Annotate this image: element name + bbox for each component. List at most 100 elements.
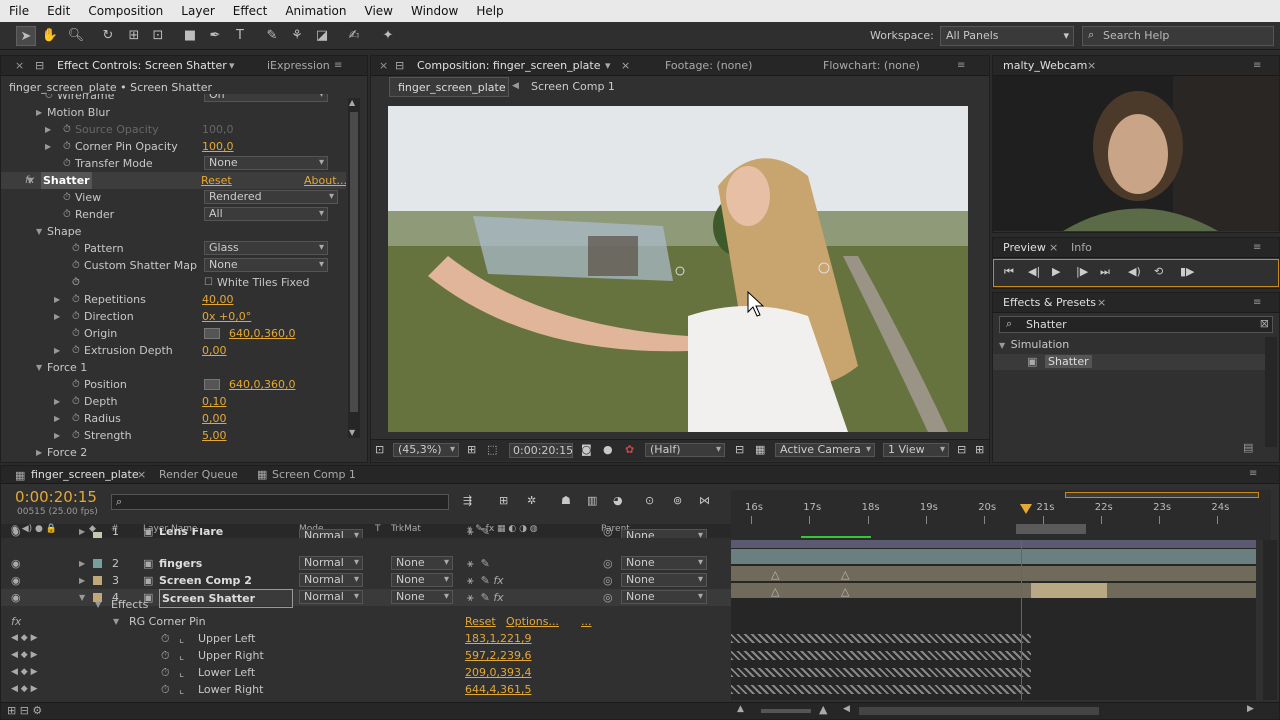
keyframe-marker[interactable]: △ bbox=[841, 585, 849, 598]
camera-tool-icon[interactable]: ⊞ bbox=[124, 26, 144, 46]
close-icon[interactable]: × bbox=[137, 468, 146, 481]
tab-webcam[interactable]: malty_Webcam bbox=[1003, 59, 1087, 72]
chevron-down-icon[interactable]: ▾ bbox=[229, 59, 235, 72]
time-ruler[interactable]: 16s 17s 18s 19s 20s 21s 22s 23s 24s bbox=[731, 490, 1271, 540]
stopwatch-icon[interactable]: ⏱ bbox=[63, 189, 71, 206]
close-icon[interactable]: × bbox=[1087, 59, 1096, 72]
lock-icon[interactable]: ⊟ bbox=[35, 59, 44, 72]
draft-3d-icon[interactable]: ✲ bbox=[527, 494, 536, 507]
effect-row-rg-corner-pin[interactable]: fx ▼ RG Corner Pin Reset Options...... bbox=[1, 613, 731, 630]
puppet-pin-tool-icon[interactable]: ✦ bbox=[378, 26, 398, 46]
property-row[interactable]: ◀ ◆ ▶ ⏱ ⌞ Lower Right 644,4,361,5 bbox=[1, 681, 731, 698]
roto-brush-tool-icon[interactable]: ✍ bbox=[344, 26, 364, 46]
layer-name[interactable]: fingers bbox=[159, 555, 202, 572]
panel-menu-icon[interactable]: ≡ bbox=[1249, 468, 1257, 479]
effect-item-shatter[interactable]: ▣ Shatter bbox=[993, 354, 1265, 370]
effects-group-row[interactable]: ▼ Effects bbox=[1, 596, 731, 613]
scrollbar[interactable] bbox=[1265, 337, 1277, 447]
pickwhip-icon[interactable]: ◎ bbox=[603, 555, 613, 572]
eraser-tool-icon[interactable]: ◪ bbox=[312, 26, 332, 46]
lock-icon[interactable]: ⊟ bbox=[395, 59, 404, 72]
stopwatch-icon[interactable]: ⏱ bbox=[63, 121, 71, 138]
text-tool-icon[interactable]: T bbox=[230, 26, 250, 46]
expand-triangle-icon[interactable]: ▶ bbox=[79, 528, 85, 536]
more-link[interactable]: ... bbox=[581, 613, 592, 630]
stopwatch-icon[interactable]: ⏱ bbox=[72, 291, 80, 308]
vertical-scrollbar[interactable] bbox=[1263, 540, 1277, 700]
live-update-icon[interactable]: ⊞ bbox=[499, 494, 508, 507]
show-snapshot-icon[interactable]: ● bbox=[603, 443, 613, 456]
brainstorm-icon[interactable]: ⊚ bbox=[673, 494, 682, 507]
property-value[interactable]: 0,00 bbox=[202, 410, 227, 427]
keyframe-navigator-icon[interactable]: ◀ ◆ ▶ bbox=[11, 647, 38, 664]
switches-icons[interactable]: ⚹ ✎ bbox=[467, 555, 490, 572]
previous-frame-icon[interactable]: ◀| bbox=[1028, 265, 1040, 278]
track-bar-screen-comp-2[interactable] bbox=[731, 566, 1256, 581]
stopwatch-icon[interactable]: ⏱ bbox=[45, 94, 53, 104]
stopwatch-icon[interactable]: ⏱ bbox=[161, 647, 170, 664]
track-area[interactable]: △ △ △ △ bbox=[731, 540, 1256, 700]
tab-render-queue[interactable]: Render Queue bbox=[159, 468, 238, 481]
toggle-pixel-icon[interactable]: ⊟ bbox=[957, 443, 966, 456]
switches-icons[interactable]: ⚹ ✎ bbox=[467, 528, 490, 537]
keyframe-track[interactable] bbox=[731, 685, 1031, 694]
property-value[interactable]: 100,0 bbox=[202, 121, 234, 138]
loop-icon[interactable]: ⟲ bbox=[1154, 265, 1163, 278]
stopwatch-icon[interactable]: ⏱ bbox=[161, 664, 170, 681]
play-icon[interactable]: ▶ bbox=[1052, 265, 1060, 278]
scroll-up-icon[interactable]: ▲ bbox=[349, 98, 355, 107]
layer-name[interactable]: Lens Flare bbox=[159, 528, 223, 537]
safe-zones-icon[interactable]: ⊞ bbox=[467, 443, 476, 456]
options-link[interactable]: Options... bbox=[506, 613, 559, 630]
label-color-swatch[interactable] bbox=[93, 532, 102, 538]
new-folder-icon[interactable]: ▤ bbox=[1243, 441, 1253, 454]
about-link[interactable]: About... bbox=[304, 172, 346, 189]
eye-icon[interactable]: ◉ bbox=[11, 572, 21, 589]
parent-select[interactable]: None bbox=[621, 529, 707, 538]
track-bar-fingers[interactable] bbox=[731, 549, 1256, 564]
expand-triangle-icon[interactable]: ▼ bbox=[95, 596, 101, 613]
keyframe-navigator-icon[interactable]: ◀ ◆ ▶ bbox=[11, 630, 38, 647]
property-dropdown[interactable]: Rendered bbox=[204, 190, 338, 204]
timecode-display[interactable]: 0:00:20:15 bbox=[509, 443, 573, 458]
panel-menu-icon[interactable]: ≡ bbox=[1253, 60, 1261, 71]
graph-icon[interactable]: ⌞ bbox=[179, 681, 184, 698]
menu-animation[interactable]: Animation bbox=[276, 4, 355, 18]
property-row[interactable]: ◀ ◆ ▶ ⏱ ⌞ Upper Left 183,1,221,9 bbox=[1, 630, 731, 647]
panel-menu-icon[interactable]: ≡ bbox=[957, 60, 965, 71]
property-dropdown[interactable]: None bbox=[204, 156, 328, 170]
scrollbar-thumb[interactable] bbox=[350, 112, 358, 412]
stopwatch-icon[interactable]: ⏱ bbox=[72, 325, 80, 342]
tab-preview[interactable]: Preview bbox=[1003, 241, 1046, 254]
crosshair-icon[interactable] bbox=[204, 328, 220, 339]
eye-icon[interactable]: ◉ bbox=[11, 528, 21, 537]
crosshair-icon[interactable] bbox=[204, 379, 220, 390]
keyframe-track[interactable] bbox=[731, 668, 1031, 677]
brush-tool-icon[interactable]: ✎ bbox=[262, 26, 282, 46]
expand-triangle-icon[interactable]: ▶ bbox=[54, 393, 60, 410]
tab-flowchart[interactable]: Flowchart: (none) bbox=[823, 59, 920, 72]
chevron-down-icon[interactable]: ▾ bbox=[605, 59, 611, 72]
fx-toggle-icon[interactable]: fx bbox=[25, 172, 34, 189]
stopwatch-icon[interactable]: ⏱ bbox=[72, 240, 80, 257]
property-value[interactable]: 183,1,221,9 bbox=[465, 630, 531, 647]
expand-triangle-icon[interactable]: ▶ bbox=[45, 138, 51, 155]
expand-triangle-icon[interactable]: ▶ bbox=[79, 572, 85, 589]
keyframe-navigator-icon[interactable]: ◀ ◆ ▶ bbox=[11, 681, 38, 698]
tab-effects-presets[interactable]: Effects & Presets bbox=[1003, 296, 1096, 309]
eye-icon[interactable]: ◉ bbox=[11, 555, 21, 572]
clone-stamp-tool-icon[interactable]: ⚘ bbox=[287, 26, 307, 46]
views-select[interactable]: 1 View bbox=[883, 443, 949, 457]
tab-iexpression[interactable]: iExpression bbox=[267, 59, 330, 72]
scroll-left-icon[interactable]: ◀ bbox=[843, 704, 850, 714]
tab-footage[interactable]: Footage: (none) bbox=[665, 59, 752, 72]
stopwatch-icon[interactable]: ⏱ bbox=[72, 257, 80, 274]
zoom-tool-icon[interactable]: 🔍︎ bbox=[66, 26, 86, 46]
tab-composition[interactable]: Composition: finger_screen_plate bbox=[417, 59, 601, 72]
zoom-slider[interactable] bbox=[761, 709, 811, 713]
zoom-select[interactable]: (45,3%) bbox=[393, 443, 459, 457]
zoom-in-icon[interactable]: ▲ bbox=[819, 703, 827, 716]
stopwatch-icon[interactable]: ⏱ bbox=[63, 138, 71, 155]
property-row[interactable]: ◀ ◆ ▶ ⏱ ⌞ Upper Right 597,2,239,6 bbox=[1, 647, 731, 664]
breadcrumb-active[interactable]: finger_screen_plate bbox=[389, 77, 509, 97]
